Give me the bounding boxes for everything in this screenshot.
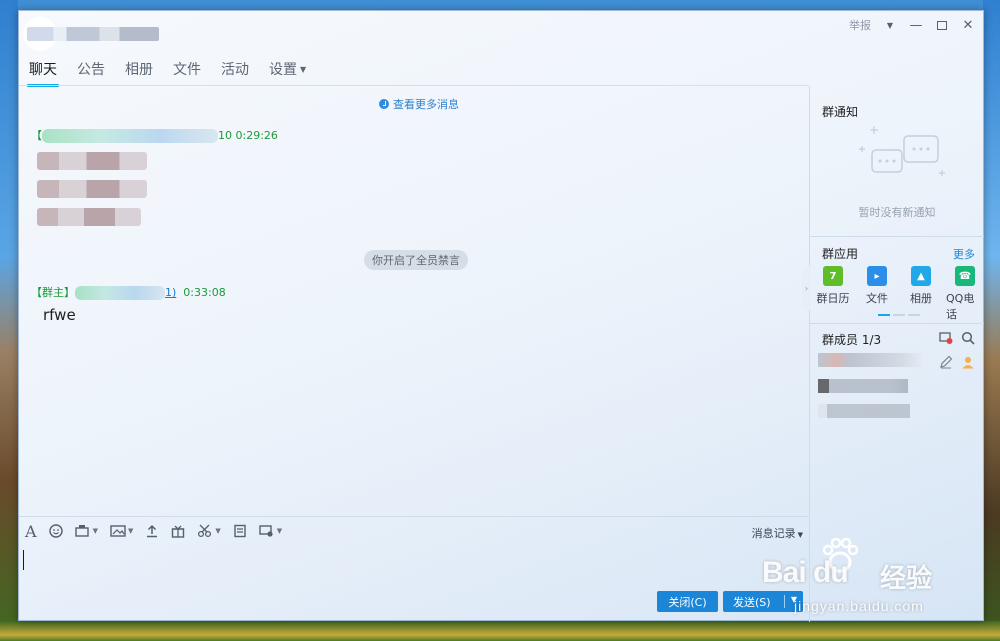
pager-dot <box>878 314 890 316</box>
empty-notice-text: 暂时没有新通知 <box>858 206 936 219</box>
input-toolbar: A ▼ ▼ ▼ ▼ <box>25 522 282 541</box>
owner-icon <box>961 354 975 369</box>
font-icon[interactable]: A <box>25 522 37 541</box>
tab-activities[interactable]: 活动 <box>221 59 249 85</box>
close-button[interactable]: 关闭(C) <box>657 591 718 612</box>
message-header: 【群主】 1) 0:33:08 <box>31 284 226 300</box>
tab-announcement[interactable]: 公告 <box>77 59 105 85</box>
message-text: rfwe <box>43 306 76 324</box>
calendar-icon: 7 <box>823 266 843 286</box>
maximize-icon[interactable] <box>935 18 949 32</box>
member-item-redacted[interactable] <box>818 353 922 367</box>
photo-icon: ▲ <box>911 266 931 286</box>
search-icon[interactable] <box>961 330 975 345</box>
app-label: 文件 <box>866 292 888 305</box>
tab-bar: 聊天 公告 相册 文件 活动 设置 ▼ <box>27 59 306 87</box>
member-row-tools <box>939 354 975 369</box>
tab-album[interactable]: 相册 <box>125 59 153 85</box>
edit-icon[interactable] <box>939 354 953 369</box>
close-icon[interactable]: ✕ <box>961 18 975 33</box>
dropdown-icon[interactable]: ▼ <box>883 18 897 32</box>
scissors-icon[interactable]: ▼ <box>197 523 221 539</box>
gift-icon[interactable] <box>171 523 185 539</box>
message-header: 【 10 0:29:26 <box>31 127 278 143</box>
sender-name-redacted[interactable] <box>42 129 218 143</box>
bracket: 【 <box>31 129 42 142</box>
title-bar-controls: 举报 ▼ — ✕ <box>849 17 975 33</box>
view-more-messages-link[interactable]: 查看更多消息 <box>379 96 459 112</box>
sender-name-redacted[interactable] <box>75 286 165 300</box>
tab-chat[interactable]: 聊天 <box>27 59 59 87</box>
divider <box>810 236 984 237</box>
view-more-label: 查看更多消息 <box>393 98 459 111</box>
clock-icon <box>379 99 389 109</box>
app-label: 相册 <box>910 292 932 305</box>
screenshot-icon[interactable]: ▼ <box>74 523 98 539</box>
image-icon[interactable]: ▼ <box>110 523 133 539</box>
message-line-redacted <box>37 152 147 170</box>
group-members-title: 群成员 1/3 <box>822 333 882 347</box>
chat-message-area: 查看更多消息 【 10 0:29:26 你开启了全员禁言 【群主】 1) 0:33:… <box>19 86 809 516</box>
folder-icon: ▸ <box>867 266 887 286</box>
apps-pager[interactable] <box>878 314 920 316</box>
baidu-jingyan-watermark: Bai du 经验 jingyan.baidu.com <box>762 538 992 622</box>
app-calendar[interactable]: 7 群日历 <box>814 266 852 322</box>
pager-dot <box>908 314 920 316</box>
tab-files[interactable]: 文件 <box>173 59 201 85</box>
archive-icon[interactable] <box>233 523 247 539</box>
text-cursor <box>23 550 24 570</box>
desktop-background-left <box>0 0 18 641</box>
tab-settings[interactable]: 设置 ▼ <box>269 59 306 85</box>
sender-id-suffix[interactable]: 1) <box>165 286 176 299</box>
app-label: QQ电话 <box>946 292 975 321</box>
desktop-background-bottom <box>0 621 1000 641</box>
message-line-redacted <box>37 180 147 198</box>
owner-badge: 【群主】 <box>31 286 75 299</box>
invite-member-icon[interactable] <box>939 330 953 344</box>
message-time: 0:33:08 <box>183 286 226 299</box>
phone-icon: ☎ <box>955 266 975 286</box>
group-apps-title: 群应用 <box>822 247 859 261</box>
system-notice-badge: 你开启了全员禁言 <box>364 250 468 270</box>
member-tools <box>939 330 975 345</box>
minimize-icon[interactable]: — <box>909 18 923 33</box>
app-label: 群日历 <box>816 292 850 305</box>
report-link[interactable]: 举报 <box>849 17 871 33</box>
group-name-redacted <box>27 27 159 41</box>
divider <box>810 323 984 324</box>
member-item-redacted[interactable] <box>818 379 908 393</box>
empty-notice-illustration <box>859 126 945 176</box>
collapse-sidebar-handle[interactable]: › <box>802 266 811 310</box>
watermark-brand: Bai du <box>762 556 849 589</box>
group-notice-title: 群通知 <box>822 105 859 119</box>
pager-dot <box>893 314 905 316</box>
chevron-down-icon: ▼ <box>300 65 307 74</box>
app-qq-call[interactable]: ☎ QQ电话 <box>946 266 984 322</box>
emoji-icon[interactable] <box>48 523 63 539</box>
message-line-redacted <box>37 208 141 226</box>
watermark-brand-cn: 经验 <box>880 564 933 594</box>
divider <box>19 516 809 517</box>
message-time: 10 0:29:26 <box>218 129 278 142</box>
apps-more-link[interactable]: 更多 <box>953 246 975 262</box>
more-icon[interactable]: ▼ <box>259 523 282 539</box>
watermark-url: jingyan.baidu.com <box>794 598 924 614</box>
upload-icon[interactable] <box>145 523 159 539</box>
message-body <box>37 152 147 226</box>
qq-group-chat-window: 举报 ▼ — ✕ 聊天 公告 相册 文件 活动 设置 ▼ 查看更多消息 【 10 0… <box>18 10 984 622</box>
member-item-redacted[interactable] <box>818 404 910 418</box>
message-input[interactable] <box>19 541 809 591</box>
